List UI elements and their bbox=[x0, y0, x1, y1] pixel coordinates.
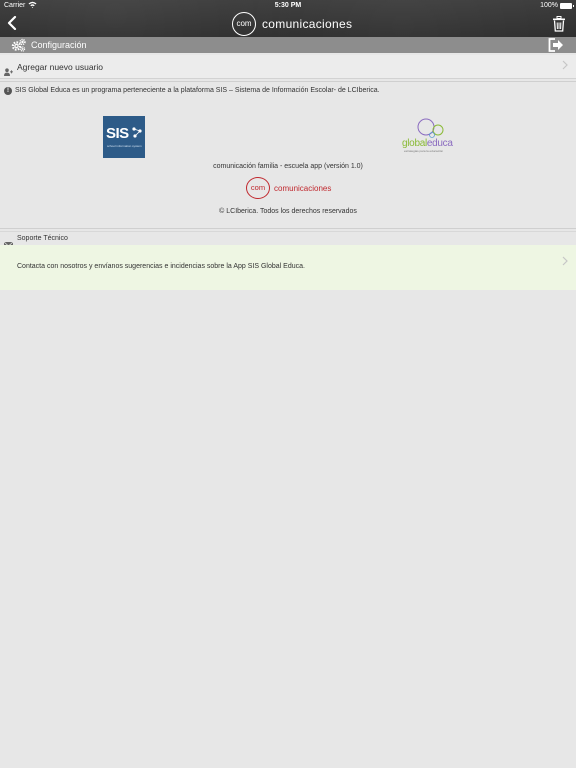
battery-icon bbox=[560, 3, 574, 9]
envelope-icon bbox=[3, 236, 14, 249]
global-educa-logo: globaleduca bbox=[402, 138, 453, 149]
chevron-right-icon bbox=[562, 60, 568, 73]
add-user-icon bbox=[4, 63, 13, 76]
divider bbox=[0, 231, 576, 232]
info-text: SIS Global Educa es un programa pertenec… bbox=[15, 87, 380, 94]
com-logo: com bbox=[246, 177, 270, 199]
support-text: Contacta con nosotros y envíanos sugeren… bbox=[17, 263, 305, 270]
sis-logo: SIS school information system bbox=[103, 116, 145, 158]
add-user-row[interactable]: Agregar nuevo usuario bbox=[0, 55, 576, 79]
support-header: Soporte Técnico bbox=[17, 235, 68, 242]
info-icon: ! bbox=[4, 87, 12, 95]
chevron-right-icon bbox=[562, 256, 568, 269]
com-logo-icon: com bbox=[232, 12, 256, 36]
back-arrow-icon[interactable] bbox=[4, 14, 20, 34]
sis-logo-text: SIS bbox=[106, 125, 129, 142]
battery-percent: 100% bbox=[540, 2, 558, 9]
app-version: comunicación familia - escuela app (vers… bbox=[213, 163, 363, 170]
logout-icon[interactable] bbox=[548, 38, 564, 52]
add-user-label: Agregar nuevo usuario bbox=[17, 62, 104, 72]
global-educa-tagline: estrategias para la educación bbox=[404, 149, 444, 153]
status-time: 5:30 PM bbox=[274, 2, 302, 9]
educa-word: educa bbox=[426, 138, 453, 149]
sis-logo-subtitle: school information system bbox=[107, 144, 142, 148]
divider bbox=[0, 81, 576, 82]
divider bbox=[0, 228, 576, 229]
global-word: global bbox=[402, 138, 427, 149]
sis-dots-icon bbox=[132, 127, 142, 138]
config-header: Configuración bbox=[0, 37, 576, 53]
trash-icon[interactable] bbox=[552, 16, 566, 32]
gears-icon bbox=[11, 38, 26, 52]
navigation-bar: Carrier 5:30 PM 100% com comunicaciones bbox=[0, 0, 576, 37]
status-bar: Carrier 5:30 PM 100% bbox=[0, 0, 576, 12]
com-logo-word: comunicaciones bbox=[274, 184, 332, 193]
support-contact-card[interactable]: Contacta con nosotros y envíanos sugeren… bbox=[0, 245, 576, 290]
config-label: Configuración bbox=[31, 40, 87, 50]
page-title: comunicaciones bbox=[262, 17, 353, 31]
copyright: © LCIberica. Todos los derechos reservad… bbox=[219, 208, 357, 215]
